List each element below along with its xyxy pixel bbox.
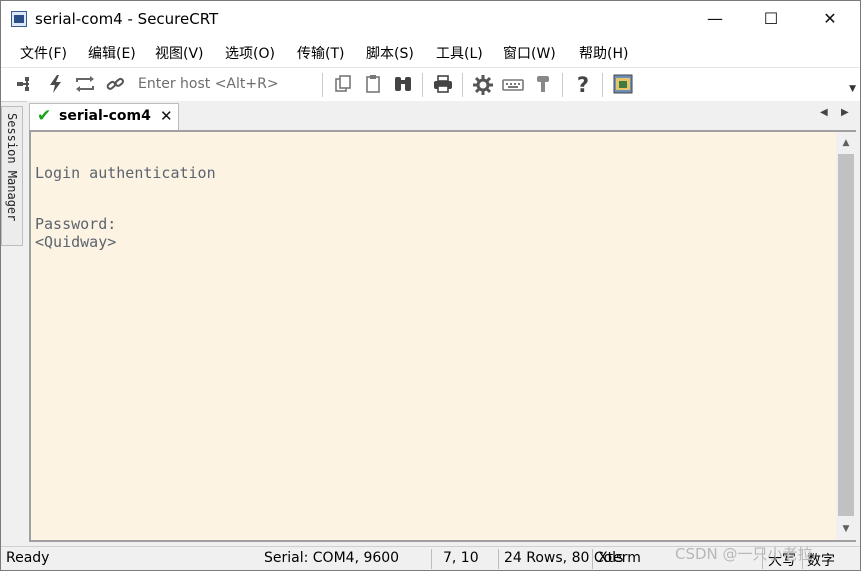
menu-transfer[interactable]: 传输(T) bbox=[297, 43, 344, 63]
disconnect-link-icon[interactable] bbox=[104, 74, 126, 96]
scroll-down-arrow-icon[interactable]: ▼ bbox=[836, 520, 856, 538]
terminal-scrollbar[interactable]: ▲ ▼ bbox=[836, 130, 856, 542]
terminal-line: Password: bbox=[35, 215, 117, 233]
sftp-icon[interactable] bbox=[612, 74, 634, 96]
menu-help[interactable]: 帮助(H) bbox=[579, 43, 628, 63]
session-manager-tab[interactable]: Session Manager bbox=[1, 106, 23, 246]
tab-close-icon[interactable]: ✕ bbox=[160, 107, 173, 125]
key-icon[interactable] bbox=[532, 74, 554, 96]
status-separator bbox=[431, 549, 432, 569]
menu-bar: 文件(F) 编辑(E) 视图(V) 选项(O) 传输(T) 脚本(S) 工具(L… bbox=[1, 37, 860, 67]
window-title: serial-com4 - SecureCRT bbox=[35, 10, 219, 28]
gear-icon[interactable] bbox=[472, 74, 494, 96]
binoculars-icon[interactable] bbox=[392, 74, 414, 96]
connected-check-icon: ✔ bbox=[37, 106, 52, 126]
toolbar-overflow-arrow[interactable]: ▼ bbox=[849, 84, 856, 94]
terminal-line: Login authentication bbox=[35, 164, 216, 182]
menu-script[interactable]: 脚本(S) bbox=[366, 43, 414, 63]
minimize-button[interactable]: — bbox=[692, 1, 738, 37]
toolbar-separator bbox=[602, 73, 603, 97]
watermark: CSDN @一只小老拉 bbox=[675, 545, 813, 563]
reconnect-icon[interactable] bbox=[74, 74, 96, 96]
terminal-line: <Quidway> bbox=[35, 233, 117, 251]
session-tab-bar: ✔ serial-com4 ✕ ◀ ▶ bbox=[27, 101, 860, 130]
connect-bar-icon[interactable] bbox=[14, 74, 36, 96]
tab-scroll-left-icon[interactable]: ◀ bbox=[820, 107, 828, 118]
scrollbar-thumb[interactable] bbox=[838, 154, 854, 516]
host-input[interactable] bbox=[132, 73, 318, 95]
status-connection: Serial: COM4, 9600 bbox=[264, 550, 400, 566]
copy-icon[interactable] bbox=[332, 74, 354, 96]
maximize-button[interactable]: ☐ bbox=[748, 1, 794, 37]
print-icon[interactable] bbox=[432, 74, 454, 96]
terminal-area[interactable]: Login authentication Password: <Quidway> bbox=[29, 130, 836, 542]
status-separator bbox=[498, 549, 499, 569]
toolbar-separator bbox=[562, 73, 563, 97]
menu-view[interactable]: 视图(V) bbox=[155, 43, 204, 63]
paste-icon[interactable] bbox=[362, 74, 384, 96]
status-emulation: Xterm bbox=[598, 550, 641, 566]
menu-file[interactable]: 文件(F) bbox=[20, 43, 67, 63]
securecrt-window: serial-com4 - SecureCRT — ☐ ✕ 文件(F) 编辑(E… bbox=[0, 0, 861, 571]
menu-tools[interactable]: 工具(L) bbox=[436, 43, 483, 63]
securecrt-app-icon bbox=[11, 11, 27, 27]
title-bar: serial-com4 - SecureCRT — ☐ ✕ bbox=[1, 1, 860, 37]
close-button[interactable]: ✕ bbox=[807, 1, 853, 37]
lightning-icon[interactable] bbox=[45, 74, 67, 96]
status-cursor-position: 7, 10 bbox=[443, 550, 479, 566]
toolbar-separator bbox=[322, 73, 323, 97]
status-separator bbox=[592, 549, 593, 569]
keymap-icon[interactable] bbox=[502, 74, 524, 96]
scroll-up-arrow-icon[interactable]: ▲ bbox=[836, 134, 856, 152]
help-icon[interactable]: ? bbox=[572, 74, 594, 96]
tab-serial-com4[interactable]: ✔ serial-com4 ✕ bbox=[29, 103, 179, 130]
toolbar-separator bbox=[422, 73, 423, 97]
menu-options[interactable]: 选项(O) bbox=[225, 43, 275, 63]
tab-scroll-right-icon[interactable]: ▶ bbox=[841, 107, 849, 118]
menu-window[interactable]: 窗口(W) bbox=[503, 43, 556, 63]
status-ready: Ready bbox=[6, 550, 50, 566]
session-manager-label: Session Manager bbox=[5, 113, 19, 222]
menu-edit[interactable]: 编辑(E) bbox=[88, 43, 136, 63]
toolbar-separator bbox=[462, 73, 463, 97]
tab-label: serial-com4 bbox=[59, 108, 151, 124]
toolbar: ? ▼ bbox=[1, 67, 860, 102]
